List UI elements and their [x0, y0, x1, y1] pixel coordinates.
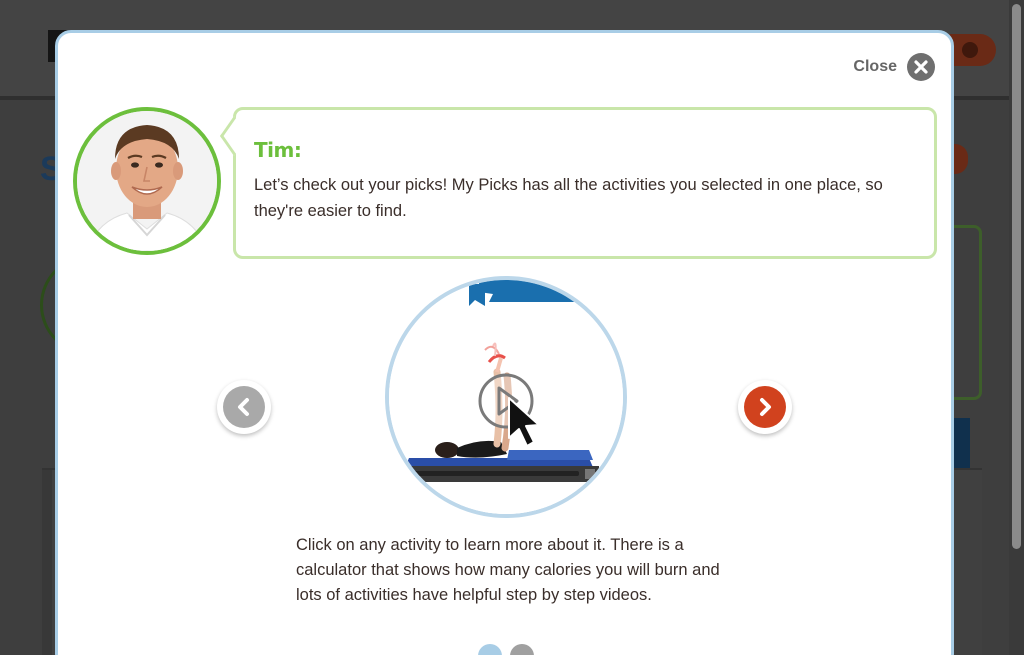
- background-header-button-icon: [962, 42, 978, 58]
- page-scrollbar-thumb[interactable]: [1012, 4, 1021, 549]
- close-label: Close: [853, 58, 897, 75]
- chevron-right-icon: [744, 386, 786, 428]
- pagination-dot-2[interactable]: [510, 644, 534, 655]
- close-x-icon[interactable]: [907, 53, 935, 81]
- intro-tour-modal: Close Tim: Let’s check out your picks! M…: [55, 30, 954, 655]
- slide-illustration: [385, 276, 627, 518]
- slide-pagination: [478, 644, 534, 655]
- next-slide-button[interactable]: [738, 380, 792, 434]
- close-button[interactable]: Close: [853, 53, 935, 81]
- pagination-dot-1[interactable]: [478, 644, 502, 655]
- speech-bubble: Tim: Let’s check out your picks! My Pick…: [220, 107, 937, 259]
- speech-bubble-tail: [220, 116, 248, 156]
- chevron-left-icon: [223, 386, 265, 428]
- speech-text: Let’s check out your picks! My Picks has…: [254, 176, 883, 220]
- previous-slide-button[interactable]: [217, 380, 271, 434]
- coach-avatar: [73, 107, 221, 255]
- slide-description: Click on any activity to learn more abou…: [296, 536, 720, 604]
- speaker-name: Tim:: [254, 138, 302, 162]
